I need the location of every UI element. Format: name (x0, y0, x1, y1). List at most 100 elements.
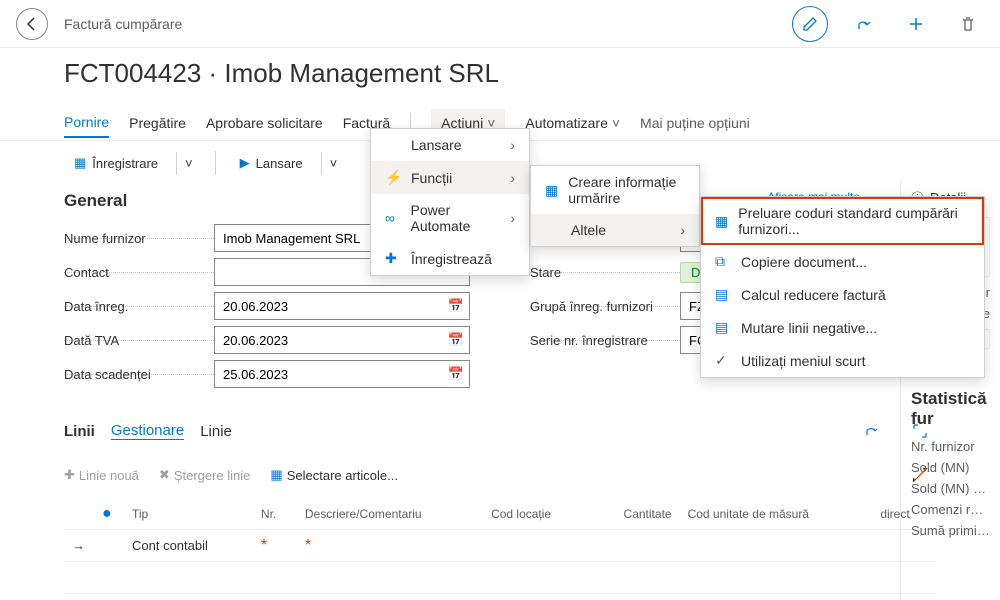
menu-calcul-label: Calcul reducere factură (741, 287, 886, 303)
lines-tab-gestionare[interactable]: Gestionare (111, 422, 184, 440)
menu-functii-sub: ▦Creare informație urmărire Altele › (530, 165, 700, 247)
select-items-icon: ▦ (270, 467, 282, 483)
check-icon: ✓ (715, 352, 731, 369)
label-nume-furnizor: Nume furnizor (64, 231, 214, 246)
plus-icon (907, 15, 925, 33)
tab-auto-label: Automatizare (525, 115, 607, 131)
lines-select-button[interactable]: ▦ Selectare articole... (270, 467, 398, 483)
menu-inregistreaza[interactable]: ✚Înregistrează (371, 242, 529, 275)
toolbar-divider (215, 151, 216, 175)
tab-aprobare[interactable]: Aprobare solicitare (206, 109, 323, 137)
input-data-tva[interactable] (214, 326, 470, 354)
menu-calcul-reducere[interactable]: ▤Calcul reducere factură (701, 278, 984, 311)
rpanel-stat-head: Statistică fur (911, 389, 990, 429)
delete-button[interactable] (952, 8, 984, 40)
label-data-scad: Data scadenței (64, 367, 214, 382)
table-row[interactable] (64, 562, 936, 594)
trash-icon (960, 16, 976, 32)
menu-altele-label: Altele (571, 222, 606, 238)
col-nr[interactable]: Nr. (253, 499, 297, 530)
label-grupa: Grupă înreg. furnizori (530, 299, 680, 314)
chevron-right-icon: › (510, 137, 515, 153)
tool-lansare-label: Lansare (256, 156, 303, 171)
tool-lansare[interactable]: ▶ Lansare (230, 151, 313, 175)
tool-inreg-chevron[interactable]: ˅ (176, 152, 201, 175)
share-icon (864, 423, 880, 439)
table-row[interactable]: → Cont contabil * * (64, 530, 936, 562)
arrow-left-icon (24, 16, 40, 32)
col-loc[interactable]: Cod locație (483, 499, 590, 530)
back-button[interactable] (16, 8, 48, 40)
col-tip[interactable]: Tip (124, 499, 253, 530)
chevron-right-icon: › (680, 222, 685, 238)
rpanel-item: Sumă primită ne (911, 523, 990, 538)
lines-tab-linie[interactable]: Linie (200, 423, 232, 440)
required-star: * (305, 537, 311, 554)
tool-inregistrare[interactable]: ▦Înregistrare (64, 151, 168, 175)
breadcrumb: Factură cumpărare (64, 16, 182, 32)
pencil-icon (802, 16, 818, 32)
section-linii-head[interactable]: Linii (64, 423, 95, 440)
chevron-right-icon: › (510, 170, 515, 186)
menu-inreg-label: Înregistrează (411, 251, 492, 267)
lines-select-label: Selectare articole... (287, 468, 398, 483)
lines-delete-button[interactable]: ✖ Ștergere linie (159, 467, 251, 483)
label-stare: Stare (530, 265, 680, 280)
card-icon: ▦ (715, 213, 728, 230)
menu-copiere-document[interactable]: ⧉Copiere document... (701, 245, 984, 278)
lightning-icon: ⚡ (385, 169, 401, 186)
menu-altele[interactable]: Altele › (531, 214, 699, 246)
tab-mai-putine[interactable]: Mai puține opțiuni (640, 109, 750, 137)
menu-functii-label: Funcții (411, 170, 452, 186)
menu-scurt-label: Utilizați meniul scurt (741, 353, 865, 369)
tab-pregatire[interactable]: Pregătire (129, 109, 186, 137)
required-star: * (261, 537, 267, 554)
col-um[interactable]: Cod unitate de măsură (680, 499, 873, 530)
menu-lansare[interactable]: Lansare › (371, 129, 529, 161)
tab-pornire[interactable]: Pornire (64, 108, 109, 138)
menu-scurt[interactable]: ✓ Utilizați meniul scurt (701, 344, 984, 377)
label-data-inreg: Data înreg. (64, 299, 214, 314)
post-icon: ▦ (74, 155, 86, 171)
edit-button[interactable] (792, 6, 828, 42)
input-data-scad[interactable] (214, 360, 470, 388)
delete-line-icon: ✖ (159, 467, 170, 483)
menu-mutare-linii[interactable]: ▤ Mutare linii negative... (701, 311, 984, 344)
calendar-icon[interactable]: 📅 (448, 366, 464, 382)
rpanel-item: Comenzi restant (911, 502, 990, 517)
menu-actiuni: Lansare › ⚡ Funcții › ∞ Power Automate › ✚Înr… (370, 128, 530, 276)
menu-preluare-label: Preluare coduri standard cumpărări furni… (738, 205, 970, 237)
lines-delete-label: Ștergere linie (174, 468, 251, 483)
menu-altele-sub: ▦ Preluare coduri standard cumpărări furn… (700, 196, 985, 378)
col-desc[interactable]: Descriere/Comentariu (297, 499, 483, 530)
label-data-tva: Dată TVA (64, 333, 214, 348)
track-icon: ▦ (545, 182, 558, 199)
menu-lansare-label: Lansare (411, 137, 462, 153)
calendar-icon[interactable]: 📅 (448, 332, 464, 348)
lines-new-button[interactable]: ✚Linie nouă (64, 467, 139, 483)
menu-power-automate[interactable]: ∞Power Automate› (371, 194, 529, 242)
col-cant[interactable]: Cantitate (590, 499, 680, 530)
row-arrow[interactable]: → (64, 530, 94, 562)
copy-icon: ⧉ (715, 253, 731, 270)
lines-share-button[interactable] (856, 415, 888, 447)
tool-lansare-chevron[interactable]: ˅ (321, 152, 346, 175)
new-line-icon: ✚ (64, 467, 75, 483)
share-button[interactable] (848, 8, 880, 40)
menu-functii[interactable]: ⚡ Funcții › (371, 161, 529, 194)
rpanel-item: Nr. furnizor (911, 439, 990, 454)
flow-icon: ∞ (385, 210, 401, 226)
menu-creare-info[interactable]: ▦Creare informație urmărire (531, 166, 699, 214)
rpanel-item: Sold (MN) (911, 460, 990, 475)
menu-power-label: Power Automate (411, 202, 511, 234)
rpanel-item: Sold (MN) ca clie (911, 481, 990, 496)
new-button[interactable] (900, 8, 932, 40)
release-icon: ▶ (240, 155, 250, 171)
calendar-icon[interactable]: 📅 (448, 298, 464, 314)
menu-mutare-label: Mutare linii negative... (741, 320, 877, 336)
input-data-inreg[interactable] (214, 292, 470, 320)
menu-preluare-coduri[interactable]: ▦ Preluare coduri standard cumpărări furn… (701, 197, 984, 245)
tab-automatizare[interactable]: Automatizare˅ (525, 109, 620, 137)
cell-tip[interactable]: Cont contabil (124, 530, 253, 562)
move-icon: ▤ (715, 319, 731, 336)
